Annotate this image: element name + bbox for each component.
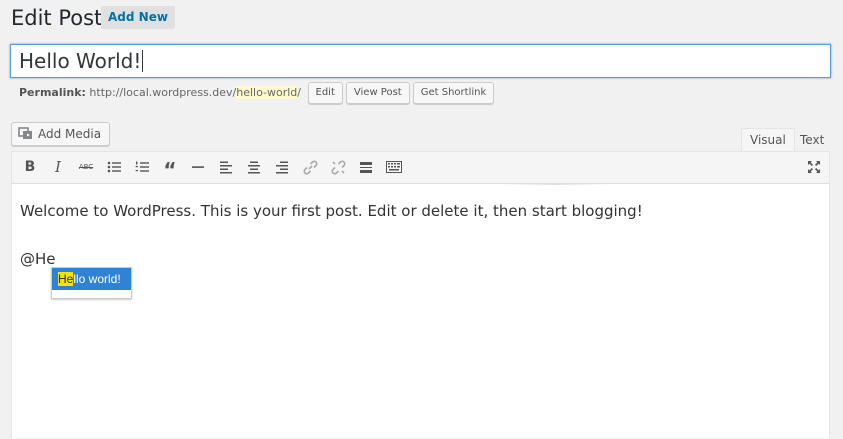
editor: B I ABC “ Welcome to WordPress. This is … <box>11 151 830 438</box>
media-icon <box>18 126 34 140</box>
toolbar-toggle-icon[interactable] <box>384 157 404 177</box>
autocomplete-dropdown: Hello world! <box>51 267 132 299</box>
permalink-base-url: http://local.wordpress.dev/ <box>89 86 237 99</box>
get-shortlink-button[interactable]: Get Shortlink <box>412 82 495 104</box>
fullscreen-icon[interactable] <box>804 157 824 177</box>
autocomplete-match: He <box>58 272 74 286</box>
read-more-icon[interactable] <box>356 157 376 177</box>
blockquote-icon[interactable]: “ <box>160 157 180 182</box>
strikethrough-icon[interactable]: ABC <box>76 157 96 177</box>
autocomplete-item[interactable]: Hello world! <box>52 268 131 290</box>
autocomplete-rest: llo world! <box>73 272 121 286</box>
bold-icon[interactable]: B <box>20 157 40 177</box>
add-media-button[interactable]: Add Media <box>11 122 111 146</box>
content-paragraph: Welcome to WordPress. This is your first… <box>20 202 643 220</box>
align-right-icon[interactable] <box>272 157 292 177</box>
permalink-slug[interactable]: hello-world <box>236 86 298 99</box>
text-caret <box>142 50 144 72</box>
edit-permalink-button[interactable]: Edit <box>307 82 343 104</box>
editor-toolbar: B I ABC “ <box>12 152 829 184</box>
divider-shadow <box>500 184 610 185</box>
insert-link-icon[interactable] <box>300 157 320 177</box>
italic-icon[interactable]: I <box>48 157 68 177</box>
tab-visual[interactable]: Visual <box>741 128 795 152</box>
editor-content[interactable]: Welcome to WordPress. This is your first… <box>12 185 829 439</box>
page-title: Edit Post <box>11 6 103 30</box>
align-left-icon[interactable] <box>216 157 236 177</box>
post-title-input[interactable]: Hello World! <box>10 44 831 78</box>
bulleted-list-icon[interactable] <box>104 157 124 177</box>
permalink-row: Permalink: http://local.wordpress.dev/he… <box>19 82 495 104</box>
numbered-list-icon[interactable] <box>132 157 152 177</box>
add-new-button[interactable]: Add New <box>101 6 175 29</box>
view-post-button[interactable]: View Post <box>345 82 410 104</box>
horizontal-line-icon[interactable] <box>188 157 208 177</box>
tab-text[interactable]: Text <box>791 128 833 152</box>
permalink-trailing: / <box>297 86 302 99</box>
align-center-icon[interactable] <box>244 157 264 177</box>
mention-text: @He <box>20 250 56 268</box>
permalink-label: Permalink: <box>19 86 86 99</box>
remove-link-icon[interactable] <box>328 157 348 177</box>
add-media-label: Add Media <box>38 127 102 141</box>
post-title-value: Hello World! <box>19 49 144 73</box>
